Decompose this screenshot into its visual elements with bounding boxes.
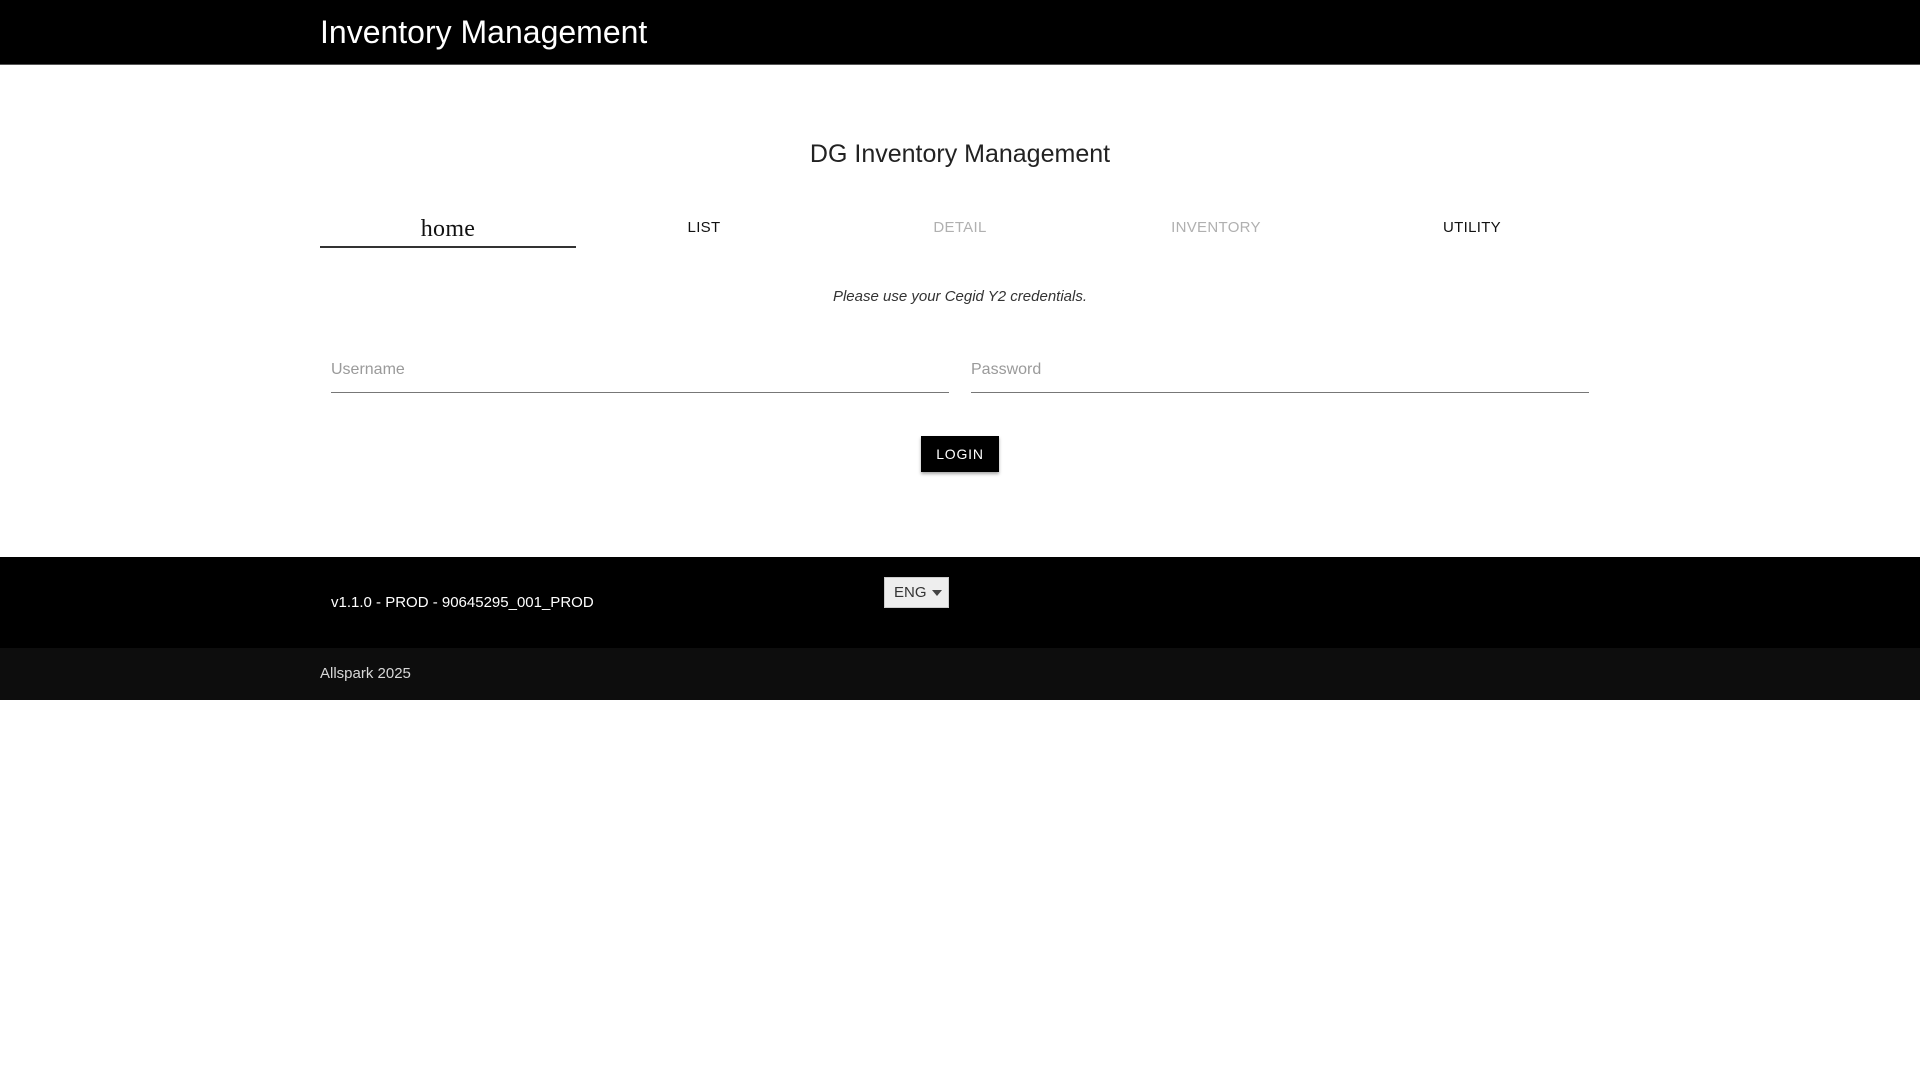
language-value: ENG bbox=[894, 584, 927, 601]
username-input[interactable] bbox=[331, 348, 949, 393]
copyright-text: Allspark 2025 bbox=[320, 665, 411, 682]
language-select[interactable]: ENG bbox=[884, 577, 949, 608]
caret-down-icon bbox=[932, 590, 942, 596]
tab-inventory: INVENTORY bbox=[1171, 219, 1261, 236]
app-title: Inventory Management bbox=[320, 14, 648, 50]
footer: v1.1.0 - PROD - 90645295_001_PROD ENG Al… bbox=[0, 557, 1920, 700]
password-input[interactable] bbox=[971, 348, 1589, 393]
page-title: DG Inventory Management bbox=[809, 140, 1111, 168]
credentials-hint: Please use your Cegid Y2 credentials. bbox=[832, 288, 1088, 305]
tab-bar: home LIST DETAIL INVENTORY UTILITY bbox=[320, 210, 1600, 250]
tab-utility[interactable]: UTILITY bbox=[1344, 210, 1600, 250]
tab-list[interactable]: LIST bbox=[576, 210, 832, 250]
footer-bottom-bar: Allspark 2025 bbox=[0, 648, 1920, 700]
login-button[interactable]: LOGIN bbox=[921, 436, 999, 472]
tab-home[interactable]: home bbox=[320, 210, 576, 248]
tab-detail: DETAIL bbox=[933, 219, 987, 236]
version-text: v1.1.0 - PROD - 90645295_001_PROD bbox=[331, 594, 594, 611]
top-app-bar: Inventory Management bbox=[0, 0, 1920, 65]
